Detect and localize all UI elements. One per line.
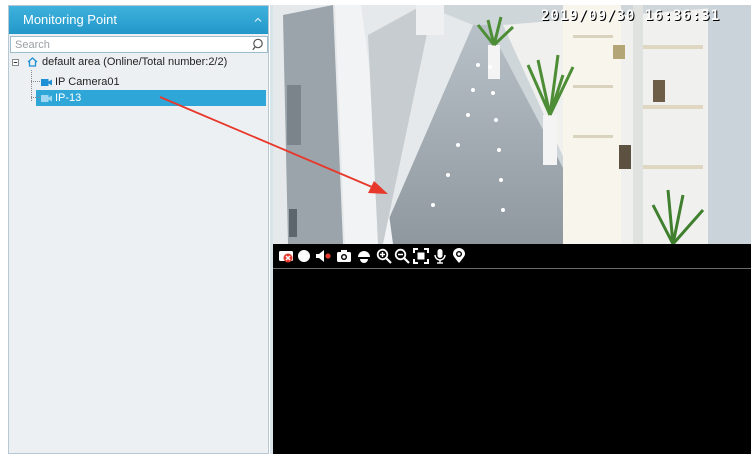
record-icon[interactable] bbox=[296, 248, 312, 264]
video-area: 2019/09/30 16:36:31 bbox=[273, 5, 751, 454]
tree-item-default-area[interactable]: default area (Online/Total number:2/2) bbox=[9, 54, 268, 70]
camera-feed-image bbox=[273, 5, 751, 244]
area-label: default area (Online/Total number:2/2) bbox=[42, 56, 228, 68]
camera-icon bbox=[41, 95, 52, 102]
panel-title: Monitoring Point bbox=[23, 12, 117, 27]
zoom-in-icon[interactable] bbox=[376, 248, 392, 264]
location-icon[interactable] bbox=[451, 248, 467, 264]
fullscreen-icon[interactable] bbox=[413, 248, 429, 264]
panel-header[interactable]: Monitoring Point bbox=[9, 6, 268, 34]
ptz-icon[interactable] bbox=[356, 248, 372, 264]
audio-mute-icon[interactable] bbox=[315, 248, 331, 264]
live-video-window[interactable]: 2019/09/30 16:36:31 bbox=[273, 5, 751, 244]
camera-icon bbox=[41, 79, 52, 86]
collapse-tree-icon[interactable] bbox=[12, 59, 19, 66]
tree-item-camera-selected[interactable]: IP-13 bbox=[9, 90, 268, 106]
search-icon[interactable] bbox=[252, 38, 265, 51]
search-input[interactable] bbox=[11, 37, 251, 52]
video-toolbar bbox=[273, 245, 751, 267]
camera-label: IP-13 bbox=[55, 92, 82, 104]
zoom-out-icon[interactable] bbox=[394, 248, 410, 264]
microphone-icon[interactable] bbox=[432, 248, 448, 264]
collapse-icon[interactable] bbox=[253, 15, 263, 25]
tree-item-camera[interactable]: IP Camera01 bbox=[9, 74, 268, 90]
stop-icon[interactable] bbox=[278, 248, 294, 264]
home-icon bbox=[27, 57, 38, 67]
monitoring-point-panel: Monitoring Point default area (Online/To bbox=[8, 5, 269, 454]
video-timestamp: 2019/09/30 16:36:31 bbox=[541, 8, 721, 24]
search-box bbox=[10, 36, 268, 53]
camera-label: IP Camera01 bbox=[55, 76, 120, 88]
empty-video-window[interactable] bbox=[273, 269, 751, 454]
snapshot-icon[interactable] bbox=[336, 248, 352, 264]
